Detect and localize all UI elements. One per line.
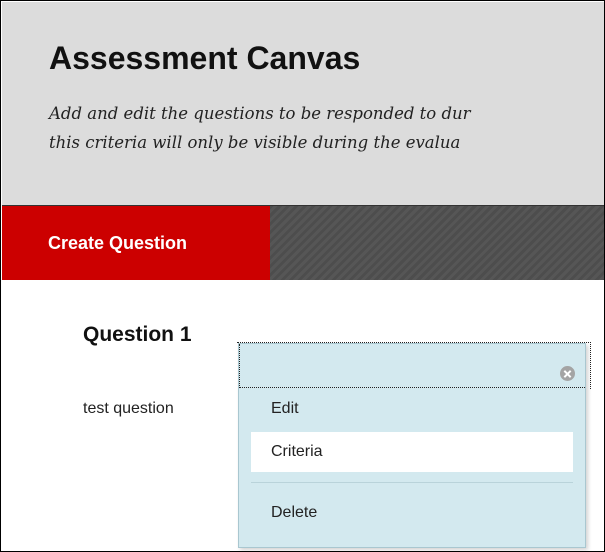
page-description: Add and edit the questions to be respond…	[49, 99, 604, 157]
create-question-button[interactable]: Create Question	[2, 206, 270, 280]
page-header: Assessment Canvas Add and edit the quest…	[2, 2, 604, 205]
description-line: Add and edit the questions to be respond…	[49, 104, 471, 123]
question-heading[interactable]: Question 1	[83, 323, 192, 347]
question-context-menu: Edit Criteria Delete	[238, 343, 586, 548]
description-line: this criteria will only be visible durin…	[49, 133, 461, 152]
menu-item-delete[interactable]: Delete	[251, 493, 573, 533]
context-menu-header	[239, 344, 585, 388]
close-icon[interactable]	[560, 366, 575, 381]
menu-item-edit[interactable]: Edit	[251, 392, 573, 426]
menu-item-criteria[interactable]: Criteria	[251, 432, 573, 472]
menu-divider	[251, 482, 573, 483]
question-text: test question	[83, 400, 174, 417]
page-title: Assessment Canvas	[49, 40, 361, 76]
action-toolbar: Create Question	[2, 205, 604, 280]
app-frame: Assessment Canvas Add and edit the quest…	[0, 0, 605, 552]
